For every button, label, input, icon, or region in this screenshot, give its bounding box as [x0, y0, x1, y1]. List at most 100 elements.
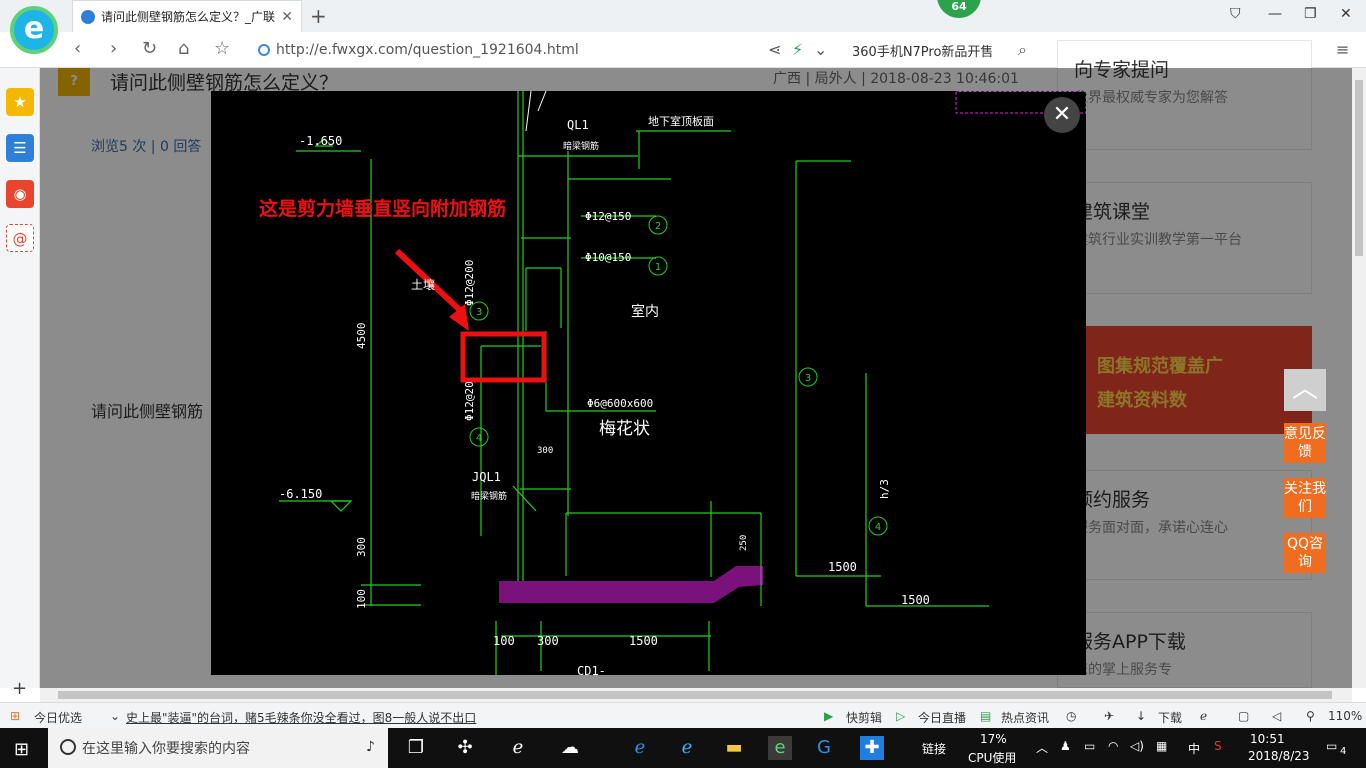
- home-button[interactable]: ⌂: [178, 38, 189, 59]
- browser-sidebar: ★ ☰ ◉ @ +: [0, 68, 40, 699]
- label-dim-h3: h/3: [878, 479, 891, 499]
- zoom-level[interactable]: 110%: [1328, 709, 1362, 723]
- ie-mode-icon[interactable]: ℯ: [1200, 709, 1207, 723]
- back-button[interactable]: ‹: [74, 38, 81, 59]
- wifi-icon[interactable]: ◠: [1108, 739, 1118, 753]
- url-text: http://e.fwxgx.com/question_1921604.html: [276, 42, 579, 58]
- edge-browser-icon[interactable]: ℯ: [628, 736, 652, 760]
- ime-indicator[interactable]: 中: [1188, 740, 1200, 757]
- new-tab-button[interactable]: +: [310, 4, 327, 28]
- maximize-button[interactable]: ❐: [1304, 6, 1317, 22]
- download-icon[interactable]: ↓: [1136, 709, 1146, 723]
- close-window-button[interactable]: ✕: [1340, 6, 1352, 22]
- share-icon[interactable]: ⋖: [768, 40, 781, 59]
- circle-label-4a: 4: [476, 433, 482, 444]
- clock-time[interactable]: 10:51: [1250, 732, 1285, 746]
- action-center-icon[interactable]: ▭: [1326, 739, 1337, 753]
- skin-icon[interactable]: ⛉: [1230, 6, 1241, 22]
- tab-close-icon[interactable]: ✕: [281, 9, 293, 25]
- forward-button[interactable]: ›: [110, 38, 117, 59]
- microphone-icon[interactable]: ♪: [366, 739, 375, 755]
- battery-icon[interactable]: ▭: [1084, 739, 1095, 753]
- dropdown-chevron-icon[interactable]: ⌄: [814, 40, 827, 59]
- circle-label-1: 1: [655, 262, 661, 273]
- cpu-percent: 17%: [980, 732, 1007, 746]
- news-ticker[interactable]: 史上最"装逼"的台词，赌5毛辣条你没全看过，图8一般人说不出口: [126, 709, 476, 726]
- edge-legacy-icon[interactable]: ℯ: [506, 736, 530, 760]
- hot-news-link[interactable]: 热点资讯: [1001, 709, 1049, 726]
- taskbar-search-input[interactable]: 在这里输入你要搜索的内容 ♪: [48, 728, 388, 768]
- horizontal-scroll-thumb[interactable]: [58, 691, 1332, 699]
- browser-logo-icon[interactable]: e: [10, 6, 58, 54]
- browser-tab[interactable]: 请问此侧壁钢筋怎么定义？_广联 ✕: [72, 0, 302, 32]
- label-dim-100v: 100: [355, 589, 368, 609]
- live-link[interactable]: 今日直播: [918, 709, 966, 726]
- label-rebar-12-150: Φ12@150: [585, 210, 631, 223]
- speaker-icon[interactable]: ◁): [1130, 739, 1144, 753]
- cpu-label: CPU使用: [968, 751, 1017, 765]
- glodon-app-icon[interactable]: G: [812, 736, 836, 760]
- menu-icon[interactable]: ≡: [1336, 40, 1349, 59]
- vertical-scroll-thumb[interactable]: [1355, 80, 1363, 256]
- score-badge[interactable]: 64: [937, 0, 981, 18]
- reload-button[interactable]: ↻: [142, 38, 157, 59]
- label-bottom: CD1-: [577, 664, 606, 675]
- pinned-app-icon[interactable]: ✚: [860, 736, 884, 760]
- label-rebar-12-200a: Φ12@200: [463, 260, 476, 306]
- speed-icon[interactable]: ⚡: [792, 40, 803, 59]
- clock-date[interactable]: 2018/8/23: [1248, 749, 1310, 763]
- search-icon[interactable]: ⌕: [1018, 40, 1027, 60]
- kuaijian-link[interactable]: 快剪辑: [846, 709, 882, 726]
- pinwheel-app-icon[interactable]: ✣: [453, 736, 477, 760]
- windows-start-icon[interactable]: ⊞: [14, 739, 29, 760]
- live-icon: ▷: [896, 709, 906, 723]
- download-link[interactable]: 下载: [1158, 709, 1182, 726]
- back-to-top-icon[interactable]: ︿: [1284, 369, 1326, 411]
- label-dim-4500: 4500: [355, 323, 368, 350]
- notification-bell-icon[interactable]: ♟: [1060, 739, 1071, 753]
- pin-icon[interactable]: ✈: [1104, 709, 1114, 723]
- tray-expand-icon[interactable]: ︿: [1036, 739, 1048, 756]
- gift-icon[interactable]: ⊞: [10, 709, 20, 723]
- label-jql1: JQL1: [472, 470, 501, 484]
- search-suggestion[interactable]: 360手机N7Pro新品开售: [852, 41, 993, 60]
- site-favicon-icon: [81, 9, 95, 24]
- task-view-icon[interactable]: ❐: [404, 736, 428, 760]
- favorite-star-icon[interactable]: ☆: [214, 38, 230, 59]
- window-icon[interactable]: ▢: [1238, 709, 1249, 723]
- file-explorer-icon[interactable]: ▬: [722, 736, 746, 760]
- news-list-icon[interactable]: ☰: [6, 134, 34, 162]
- circle-label-4b: 4: [875, 522, 881, 533]
- cloud-app-icon[interactable]: ☁: [558, 736, 582, 760]
- sidebar-add-icon[interactable]: +: [12, 678, 27, 699]
- zoom-search-icon[interactable]: ⚲: [1306, 709, 1315, 723]
- sogou-ime-icon[interactable]: S: [1214, 739, 1222, 753]
- today-picks[interactable]: 今日优选: [34, 709, 82, 726]
- label-dim-300v: 300: [355, 537, 368, 557]
- speedup-icon[interactable]: ◷: [1066, 709, 1076, 723]
- keyboard-icon[interactable]: ▦: [1156, 739, 1167, 753]
- label-dim-1500c: 1500: [901, 593, 930, 607]
- ie-browser-icon[interactable]: ℯ: [675, 736, 699, 760]
- label-elev1: -1.650: [299, 134, 342, 148]
- browser-titlebar: 请问此侧壁钢筋怎么定义？_广联 ✕ + 64 ⛉ — ❐ ✕: [0, 0, 1366, 32]
- feedback-button[interactable]: 意见反馈: [1284, 423, 1326, 463]
- volume-icon[interactable]: ◁: [1272, 709, 1281, 723]
- 360-browser-icon[interactable]: e: [768, 736, 792, 760]
- link-label[interactable]: 链接: [922, 740, 946, 757]
- tab-title: 请问此侧壁钢筋怎么定义？_广联: [101, 10, 276, 24]
- label-tie: Φ6@600x600: [587, 397, 653, 410]
- favorites-star-icon[interactable]: ★: [6, 88, 34, 116]
- follow-button[interactable]: 关注我们: [1284, 478, 1326, 518]
- hot-news-icon: ▤: [980, 709, 992, 723]
- address-bar[interactable]: http://e.fwxgx.com/question_1921604.html: [258, 37, 758, 63]
- label-dim-1500a: 1500: [629, 634, 658, 648]
- label-outside: 土壤: [411, 277, 435, 292]
- news-chevron-icon: ⌄: [110, 709, 121, 723]
- mail-at-icon[interactable]: @: [6, 224, 34, 252]
- taskbar-search-placeholder: 在这里输入你要搜索的内容: [82, 741, 250, 757]
- qq-consult-button[interactable]: QQ咨询: [1284, 533, 1326, 573]
- viewer-close-icon[interactable]: ✕: [1044, 97, 1080, 133]
- minimize-button[interactable]: —: [1268, 6, 1282, 22]
- weibo-icon[interactable]: ◉: [6, 180, 34, 208]
